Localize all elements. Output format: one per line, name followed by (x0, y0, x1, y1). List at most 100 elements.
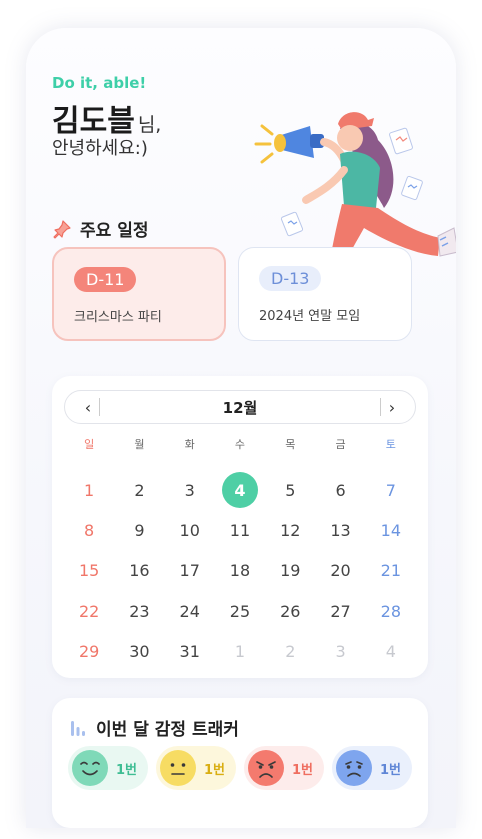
weekday-label: 수 (234, 438, 246, 451)
day-number: 16 (129, 561, 150, 581)
calendar-day[interactable]: 29 (64, 632, 114, 672)
day-number: 13 (330, 521, 351, 541)
calendar-day[interactable]: 6 (315, 470, 365, 510)
calendar-day[interactable]: 14 (366, 510, 416, 550)
calendar-day[interactable]: 5 (265, 470, 315, 510)
calendar-day[interactable]: 3 (165, 470, 215, 510)
day-number: 18 (229, 561, 251, 581)
calendar-day[interactable]: 2 (114, 470, 164, 510)
pin-icon (53, 219, 71, 239)
calendar-day[interactable]: 10 (165, 510, 215, 550)
emotion-sad-pill[interactable]: 1번 (332, 746, 412, 790)
calendar-day[interactable]: 19 (265, 551, 315, 591)
calendar-day[interactable]: 17 (165, 551, 215, 591)
day-number: 28 (380, 601, 402, 621)
day-number: 11 (229, 521, 251, 541)
emotion-count: 1번 (292, 762, 314, 778)
calendar-day[interactable]: 1 (215, 632, 265, 672)
calendar-day[interactable]: 1 (64, 470, 114, 510)
emotion-angry-pill[interactable]: 1번 (244, 746, 324, 790)
day-number: 25 (229, 601, 251, 621)
chevron-left-icon[interactable]: ‹ (77, 398, 99, 417)
day-number: 9 (134, 521, 145, 541)
weekday-label: 목 (285, 438, 296, 451)
emotion-count: 1번 (204, 762, 226, 778)
sad-face-icon (336, 750, 372, 786)
emotion-neutral-pill[interactable]: 1번 (156, 746, 236, 790)
day-number: 2 (285, 642, 296, 662)
calendar-day[interactable]: 11 (215, 510, 265, 550)
calendar-day[interactable]: 2 (265, 632, 315, 672)
emotion-happy-pill[interactable]: 1번 (68, 746, 148, 790)
calendar-day[interactable]: 23 (114, 591, 164, 631)
calendar-day[interactable]: 26 (265, 591, 315, 631)
schedule-title: 주요 일정 (80, 221, 149, 241)
day-number: 14 (380, 521, 402, 541)
calendar-day[interactable]: 12 (265, 510, 315, 550)
day-number: 6 (335, 480, 346, 500)
day-number: 21 (380, 561, 402, 581)
app-screen: Do it, able! 김도블 님, 안녕하세요:) 주요 일정 D-11 크… (26, 28, 456, 828)
weekday-label: 일 (84, 438, 95, 451)
calendar-day[interactable]: 28 (366, 591, 416, 631)
emotion-count: 1번 (380, 762, 402, 778)
emotion-list: 1번 1번 1번 1번 (68, 746, 412, 790)
day-number: 31 (179, 642, 200, 662)
chevron-right-icon[interactable]: › (381, 398, 403, 417)
happy-face-icon (72, 750, 108, 786)
schedule-header: 주요 일정 (52, 216, 148, 241)
day-number: 7 (385, 480, 396, 500)
day-number: 19 (280, 561, 301, 581)
emotion-count: 1번 (116, 762, 138, 778)
day-number: 10 (179, 521, 200, 541)
calendar-day[interactable]: 8 (64, 510, 114, 550)
floating-paper (389, 127, 413, 155)
calendar-card: ‹ 12월 › 일월화수목금토 1 2 3 4 5 6 7 8 9 10 11 12 13 14 15 16 1… (52, 376, 428, 678)
calendar-day-today[interactable]: 4 (215, 470, 265, 510)
day-number: 15 (78, 561, 100, 581)
calendar-day[interactable]: 3 (315, 632, 365, 672)
day-number: 4 (221, 472, 258, 509)
floating-paper (401, 175, 423, 201)
emotion-tracker-title: 이번 달 감정 트래커 (96, 720, 239, 740)
emotion-tracker-card: 이번 달 감정 트래커 1번 1번 1번 1번 (52, 698, 428, 828)
dday-badge: D-13 (259, 266, 322, 291)
day-number: 3 (184, 480, 195, 500)
calendar-day[interactable]: 15 (64, 551, 114, 591)
calendar-day[interactable]: 24 (165, 591, 215, 631)
calendar-day[interactable]: 27 (315, 591, 365, 631)
calendar-day[interactable]: 16 (114, 551, 164, 591)
calendar-day[interactable]: 20 (315, 551, 365, 591)
calendar-day[interactable]: 4 (366, 632, 416, 672)
calendar-day[interactable]: 21 (366, 551, 416, 591)
neutral-face-icon (160, 750, 196, 786)
calendar-day[interactable]: 7 (366, 470, 416, 510)
event-label: 크리스마스 파티 (74, 310, 162, 325)
name-suffix: 님, (137, 114, 162, 136)
weekday-label: 금 (335, 438, 346, 451)
event-label: 2024년 연말 모임 (259, 309, 361, 324)
calendar-day[interactable]: 25 (215, 591, 265, 631)
calendar-day[interactable]: 13 (315, 510, 365, 550)
day-number: 27 (330, 601, 351, 621)
calendar-grid: 1 2 3 4 5 6 7 8 9 10 11 12 13 14 15 16 17 18 19 20 21 22 23 24 2… (64, 470, 416, 672)
day-number: 26 (280, 601, 301, 621)
calendar-day[interactable]: 9 (114, 510, 164, 550)
event-card-christmas[interactable]: D-11 크리스마스 파티 (52, 247, 226, 341)
day-number: 5 (285, 480, 296, 500)
day-number: 17 (179, 561, 200, 581)
month-navigator: ‹ 12월 › (64, 390, 416, 424)
calendar-day[interactable]: 31 (165, 632, 215, 672)
calendar-day[interactable]: 30 (114, 632, 164, 672)
day-number: 23 (129, 601, 150, 621)
event-card-yearend[interactable]: D-13 2024년 연말 모임 (238, 247, 412, 341)
calendar-day[interactable]: 22 (64, 591, 114, 631)
greeting-text: 안녕하세요:) (52, 138, 148, 159)
calendar-day[interactable]: 18 (215, 551, 265, 591)
day-number: 12 (280, 521, 301, 541)
day-number: 3 (335, 642, 346, 662)
emotion-tracker-header: 이번 달 감정 트래커 (70, 715, 239, 740)
day-number: 1 (84, 480, 95, 500)
tagline: Do it, able! (52, 74, 147, 92)
month-label: 12월 (222, 398, 258, 417)
